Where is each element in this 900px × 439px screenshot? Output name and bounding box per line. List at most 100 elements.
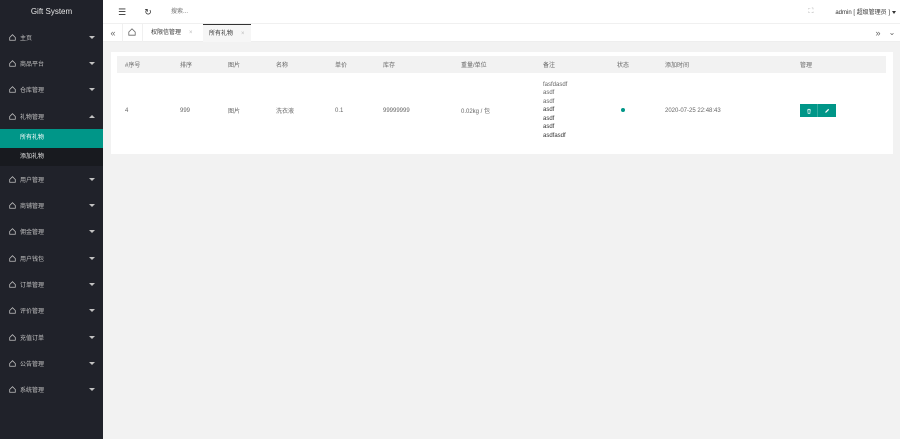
- cell-name: 洗衣液: [276, 109, 295, 115]
- cell-index: 4: [125, 107, 129, 114]
- sidebar-item[interactable]: 订单管理: [0, 271, 103, 297]
- tab-label: 权限信管理: [151, 30, 182, 36]
- cell-sort: 999: [180, 107, 191, 114]
- chevron-down-icon: [89, 88, 95, 92]
- sidebar-item-label: 系统管理: [20, 388, 45, 395]
- home-tab-icon[interactable]: [126, 27, 138, 39]
- chevron-down-icon: [89, 388, 95, 392]
- sidebar-item[interactable]: 评价管理: [0, 298, 103, 324]
- home-icon: [8, 33, 16, 41]
- note-line: fasfdasdf: [543, 81, 568, 88]
- sidebar-subitem[interactable]: 添加礼物: [0, 147, 103, 167]
- tab-all-gifts[interactable]: 所有礼物 ×: [203, 24, 251, 42]
- table-row: 4 999 图片 洗衣液 0.1 99999999 0.02kg / 包 fas…: [117, 73, 886, 148]
- sidebar-item-label: 充值订单: [20, 335, 45, 342]
- chevron-down-icon: [89, 283, 95, 287]
- col-header-note: 备注: [543, 63, 556, 69]
- tabs-scroll-left-icon[interactable]: «: [107, 27, 119, 39]
- sidebar-subitem[interactable]: 所有礼物: [0, 129, 103, 148]
- cell-image[interactable]: 图片: [220, 73, 268, 148]
- home-icon: [8, 307, 16, 315]
- sidebar-item-label: 评价管理: [20, 309, 45, 316]
- sidebar-item[interactable]: 公告管理: [0, 350, 103, 376]
- row-actions: [800, 104, 836, 117]
- chevron-up-icon: [89, 114, 95, 118]
- cell-manage: [792, 73, 886, 148]
- home-icon: [8, 86, 16, 94]
- sidebar-item-label: 佣金管理: [20, 230, 45, 237]
- col-header-index: #序号: [125, 63, 141, 69]
- col-header-image: 图片: [228, 63, 241, 69]
- home-icon: [8, 59, 16, 67]
- cell-status: [609, 73, 657, 148]
- close-icon[interactable]: ×: [241, 31, 245, 37]
- sidebar-item[interactable]: 礼物管理: [0, 103, 103, 129]
- table-header-row: #序号 排序 图片 名称 单价 库存 重量/单位 备注 状态 添加时间 管理: [117, 56, 886, 73]
- sidebar-item-label: 订单管理: [20, 283, 45, 290]
- cell-stock: 99999999: [383, 107, 410, 114]
- chevron-down-icon: [89, 204, 95, 208]
- admin-label: admin [ 超级管理员 ]: [835, 10, 890, 16]
- sidebar-item[interactable]: 用户钱包: [0, 245, 103, 271]
- note-line: asdf: [543, 90, 555, 97]
- sidebar-item-label: 商品平台: [20, 61, 45, 68]
- sidebar-item-label: 商铺管理: [20, 204, 45, 211]
- note-line: asdf: [543, 124, 555, 131]
- tabs-menu-chevron-icon[interactable]: ⌄: [886, 27, 898, 39]
- note-line: asdfasdf: [543, 132, 566, 139]
- home-icon: [8, 254, 16, 262]
- sidebar-item-label: 礼物管理: [20, 114, 45, 121]
- trash-icon: [806, 108, 811, 114]
- sidebar-item-label: 用户管理: [20, 177, 45, 184]
- sidebar-item[interactable]: 商铺管理: [0, 192, 103, 218]
- sidebar-item-label: 主页: [20, 35, 33, 42]
- search-input[interactable]: [171, 5, 251, 19]
- top-header: ☰ ↻ ⛶ admin [ 超级管理员 ]: [103, 0, 900, 24]
- sidebar-nav: 主页商品平台仓库管理礼物管理所有礼物 添加礼物用户管理商铺管理佣金管理用户钱包订单…: [0, 24, 103, 403]
- delete-button[interactable]: [800, 104, 818, 117]
- tabs-scroll-right-icon[interactable]: »: [872, 27, 884, 39]
- col-header-manage: 管理: [800, 63, 813, 69]
- gifts-table: #序号 排序 图片 名称 单价 库存 重量/单位 备注 状态 添加时间 管理 4…: [117, 56, 886, 148]
- sidebar-item[interactable]: 商品平台: [0, 50, 103, 76]
- col-header-added-time: 添加时间: [665, 63, 690, 69]
- admin-menu[interactable]: admin [ 超级管理员 ]: [835, 7, 896, 16]
- status-dot: [621, 107, 625, 112]
- home-icon: [8, 359, 16, 367]
- tabs-bar: « 权限信管理 × 所有礼物 × » ⌄: [103, 24, 900, 42]
- content-card: #序号 排序 图片 名称 单价 库存 重量/单位 备注 状态 添加时间 管理 4…: [111, 52, 893, 154]
- refresh-icon[interactable]: ↻: [143, 7, 153, 17]
- chevron-down-icon: [89, 309, 95, 313]
- tab-divider: [142, 24, 143, 42]
- sidebar-item[interactable]: 佣金管理: [0, 219, 103, 245]
- cell-note: fasfdasdf asdf asdf asdf asdf asdf asdfa…: [535, 73, 609, 148]
- sidebar: Gift System 主页 商品平台 仓库管理 礼物管理 所有礼物 添加礼物 用户管理 商铺…: [0, 0, 103, 439]
- home-icon: [8, 281, 16, 289]
- chevron-down-icon: [89, 361, 95, 365]
- col-header-price: 单价: [335, 63, 348, 69]
- note-line: asdf: [543, 107, 555, 114]
- note-line: asdf: [543, 98, 555, 105]
- cell-added-time: 2020-07-25 22:48:43: [665, 107, 721, 114]
- chevron-down-icon: [89, 35, 95, 39]
- sidebar-item-label: 用户钱包: [20, 256, 45, 263]
- home-icon: [8, 333, 16, 341]
- sidebar-item[interactable]: 充值订单: [0, 324, 103, 350]
- fullscreen-icon[interactable]: ⛶: [806, 7, 816, 17]
- close-icon[interactable]: ×: [189, 30, 193, 36]
- tab-permission[interactable]: 权限信管理 ×: [145, 24, 199, 42]
- home-icon: [8, 386, 16, 394]
- sidebar-item[interactable]: 仓库管理: [0, 77, 103, 103]
- col-header-stock: 库存: [383, 63, 396, 69]
- sidebar-item[interactable]: 用户管理: [0, 166, 103, 192]
- cell-price: 0.1: [335, 107, 344, 114]
- sidebar-item[interactable]: 系统管理: [0, 377, 103, 403]
- sidebar-item[interactable]: 主页: [0, 24, 103, 50]
- sidebar-item-label: 仓库管理: [20, 88, 45, 95]
- edit-button[interactable]: [818, 104, 836, 117]
- cell-weight: 0.02kg / 包: [461, 109, 491, 115]
- chevron-down-icon: [892, 10, 896, 14]
- sidebar-item-label: 公告管理: [20, 361, 45, 368]
- menu-toggle-icon[interactable]: ☰: [117, 7, 127, 17]
- chevron-down-icon: [89, 61, 95, 65]
